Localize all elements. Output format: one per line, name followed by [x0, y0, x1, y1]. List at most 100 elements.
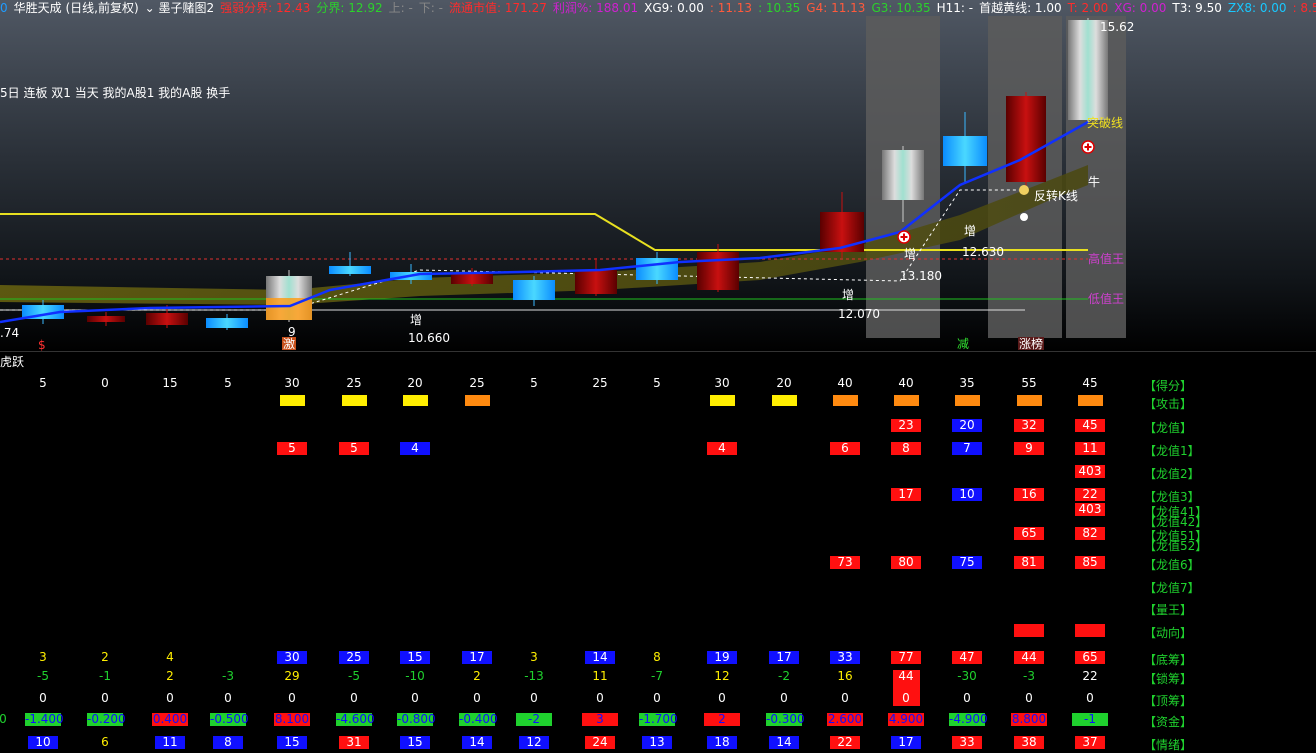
longzhi6-cell-3: 81	[1014, 556, 1044, 569]
zeng-label-0: 增	[410, 313, 422, 327]
candle-body-10	[636, 258, 678, 280]
longzhi6-cell-0: 73	[830, 556, 860, 569]
sentiment-cell-13: 22	[830, 736, 860, 749]
top-chip-cell-16: 0	[1025, 691, 1033, 705]
fund-cell-9: 3	[582, 713, 618, 726]
score-cell-13: 40	[837, 376, 853, 390]
top-chip-cell-9: 0	[596, 691, 604, 705]
header-item-20: : 8.57	[1292, 1, 1316, 15]
lock-chip-cell-6: -10	[405, 669, 425, 683]
fund-cell-3: -0.500	[210, 712, 249, 726]
header-item-16: T: 2.00	[1067, 1, 1109, 15]
fund-cell-12: -0.300	[766, 712, 805, 726]
panel-divider[interactable]	[0, 351, 1316, 352]
high-value-king-label: 高值王	[1088, 251, 1124, 266]
bottom-chip-cell-6: 15	[400, 651, 430, 664]
bottom-chip-cell-1: 2	[101, 650, 109, 664]
longzhi3-cell-2: 16	[1014, 488, 1044, 501]
lock-chip-cell-4: 29	[284, 669, 300, 683]
score-cell-4: 30	[284, 376, 300, 390]
top-chip-cell-8: 0	[530, 691, 538, 705]
candle-body-2	[146, 313, 188, 325]
top-chip-cell-5: 0	[350, 691, 358, 705]
top-chip-cell-13: 0	[841, 691, 849, 705]
s-marker: $	[38, 338, 46, 352]
fund-cell-14: 4.900	[888, 712, 924, 726]
row-label-11: 【龙值7】	[1144, 581, 1200, 595]
candlestick-chart[interactable]: 15.62 .74 增 10.660 增 12.070 增 12.630 增 13.180 突破线反…	[0, 0, 1316, 352]
header-item-14: H11: -	[936, 1, 974, 15]
header-item-12: G4: 11.13	[806, 1, 866, 15]
lock-chip-cell-12: -2	[778, 669, 790, 683]
score-cell-15: 35	[959, 376, 975, 390]
longzhi3-cell-3: 22	[1075, 488, 1105, 501]
row-label-17: 【资金】	[1144, 715, 1193, 729]
fund-cell-4: 8.100	[274, 712, 310, 726]
lock-chip-cell-2: 2	[166, 669, 174, 683]
zeng-label-3: 增	[904, 247, 916, 261]
attack-box-5	[342, 395, 367, 406]
attack-box-16	[1017, 395, 1042, 406]
longzhi41-cell-0: 403	[1075, 503, 1105, 516]
candle-body-5	[329, 266, 371, 274]
longzhi1-cell-5: 8	[891, 442, 921, 455]
lock-chip-cell-7: 2	[473, 669, 481, 683]
level-13180-label: 13.180	[900, 269, 942, 283]
lock-chip-cell-3: -3	[222, 669, 234, 683]
header-item-17: XG: 0.00	[1114, 1, 1167, 15]
longzhi51-cell-0: 65	[1014, 527, 1044, 540]
score-cell-5: 25	[346, 376, 362, 390]
fund-cell-8: -2	[516, 713, 552, 726]
header-item-6: 下: -	[418, 1, 443, 15]
header-item-1: 华胜天成 (日线,前复权)	[13, 1, 139, 15]
candle-body-16	[1068, 20, 1108, 120]
sentiment-cell-3: 8	[213, 736, 243, 749]
row-label-18: 【情绪】	[1144, 738, 1193, 752]
lock-chip-cell-15: -30	[957, 669, 977, 683]
longzhi1-cell-1: 5	[339, 442, 369, 455]
sentiment-cell-5: 31	[339, 736, 369, 749]
sentiment-cell-15: 33	[952, 736, 982, 749]
fund-cell-17: -1	[1072, 713, 1108, 726]
zeng-label-2: 增	[964, 224, 976, 238]
longzhi-cell-1: 20	[952, 419, 982, 432]
candle-body-3	[206, 318, 248, 328]
bottom-chip-cell-8: 3	[530, 650, 538, 664]
top-chip-cell-7: 0	[473, 691, 481, 705]
attack-box-17	[1078, 395, 1103, 406]
price-chart-canvas[interactable]: 15.62 .74 增 10.660 增 12.070 增 12.630 增 13.180 突破线反…	[0, 0, 1316, 352]
header-item-3: 强弱分界: 12.43	[220, 1, 311, 15]
bottom-chip-cell-13: 33	[830, 651, 860, 664]
attack-box-11	[710, 395, 735, 406]
top-chip-cell-0: 0	[39, 691, 47, 705]
ji-marker: 激	[283, 337, 295, 351]
fund-cell-5: -4.600	[336, 712, 375, 726]
header-item-19: ZX8: 0.00	[1227, 1, 1287, 15]
sentiment-cell-4: 15	[277, 736, 307, 749]
lock-chip-cell-16: -3	[1023, 669, 1035, 683]
bottom-chip-cell-11: 19	[707, 651, 737, 664]
fund-cell-6: -0.800	[397, 712, 436, 726]
fund-cell-0: -1.400	[25, 712, 64, 726]
longzhi6-cell-4: 85	[1075, 556, 1105, 569]
header-item-5: 上: -	[388, 1, 413, 15]
longzhi6-cell-1: 80	[891, 556, 921, 569]
lock-chip-cell-0: -5	[37, 669, 49, 683]
attack-box-14	[894, 395, 919, 406]
candle-body-8	[513, 280, 555, 300]
panel-title: 虎跃	[0, 355, 25, 369]
header-item-10: : 11.13	[709, 1, 753, 15]
attack-box-6	[403, 395, 428, 406]
candle-body-13	[882, 150, 924, 200]
longzhi1-cell-6: 7	[952, 442, 982, 455]
longzhi2-cell-0: 403	[1075, 465, 1105, 478]
dongxiang-cell-1	[1075, 624, 1105, 637]
score-cell-1: 0	[101, 376, 109, 390]
lock-chip-cell-10: -7	[651, 669, 663, 683]
score-cell-6: 20	[407, 376, 423, 390]
header-item-4: 分界: 12.92	[316, 1, 383, 15]
fund-cell-left: 0	[0, 712, 7, 726]
score-cell-17: 45	[1082, 376, 1098, 390]
lock-chip-cell-17: 22	[1082, 669, 1098, 683]
row-label-3: 【龙值1】	[1144, 444, 1200, 458]
